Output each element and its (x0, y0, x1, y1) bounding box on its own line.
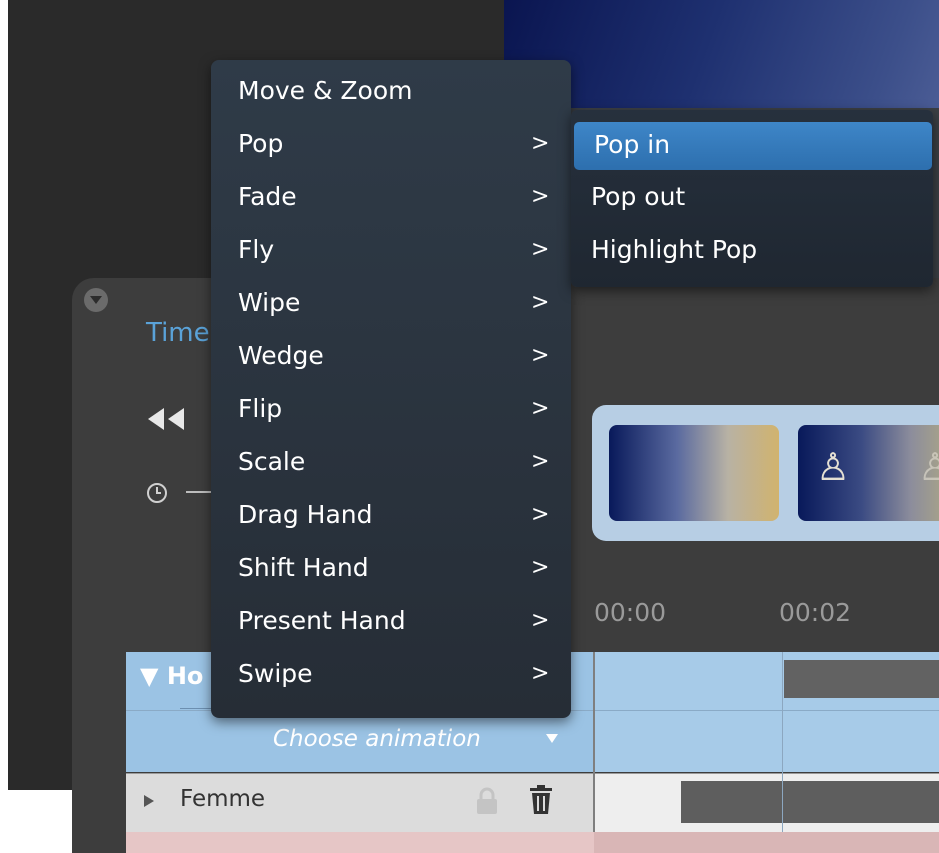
ruler-tick-label: 00:02 (779, 598, 852, 627)
grid-line (593, 652, 595, 853)
filmstrip: ♙ ♙ (592, 405, 939, 541)
menu-item-label: Shift Hand (238, 553, 369, 582)
submenu-item-pop-out[interactable]: Pop out (571, 174, 933, 222)
menu-item-pop[interactable]: Pop > (211, 119, 571, 172)
submenu-arrow-icon: > (531, 449, 550, 474)
menu-item-move-zoom[interactable]: Move & Zoom (211, 66, 571, 119)
layer-name: ▼ Ho (140, 662, 204, 690)
menu-item-label: Scale (238, 447, 306, 476)
submenu-arrow-icon: > (531, 555, 550, 580)
menu-item-swipe[interactable]: Swipe > (211, 649, 571, 702)
menu-item-label: Pop (238, 129, 284, 158)
collapse-panel-icon[interactable] (84, 288, 108, 312)
menu-item-flip[interactable]: Flip > (211, 384, 571, 437)
menu-item-wipe[interactable]: Wipe > (211, 278, 571, 331)
menu-item-label: Fly (238, 235, 275, 264)
layer-track[interactable] (594, 832, 939, 853)
menu-item-label: Fade (238, 182, 297, 211)
expand-arrow-icon[interactable] (144, 795, 154, 807)
menu-item-label: Wedge (238, 341, 324, 370)
animation-bar[interactable] (681, 781, 939, 823)
menu-item-label: Wipe (238, 288, 301, 317)
menu-item-wedge[interactable]: Wedge > (211, 331, 571, 384)
trash-icon[interactable] (528, 784, 554, 816)
rewind-icon[interactable] (140, 404, 190, 434)
submenu-arrow-icon: > (531, 396, 550, 421)
menu-item-label: Present Hand (238, 606, 406, 635)
submenu-arrow-icon: > (531, 290, 550, 315)
submenu-arrow-icon: > (531, 184, 550, 209)
menu-item-label: Drag Hand (238, 500, 373, 529)
pop-submenu: Pop in Pop out Highlight Pop (571, 110, 933, 287)
person-figure-icon: ♙ (816, 445, 851, 489)
menu-item-fade[interactable]: Fade > (211, 172, 571, 225)
submenu-arrow-icon: > (531, 343, 550, 368)
submenu-arrow-icon: > (531, 131, 550, 156)
person-figure-icon: ♙ (918, 445, 939, 489)
submenu-item-label: Highlight Pop (591, 235, 758, 264)
menu-item-scale[interactable]: Scale > (211, 437, 571, 490)
menu-item-shift-hand[interactable]: Shift Hand > (211, 543, 571, 596)
menu-item-label: Flip (238, 394, 283, 423)
submenu-arrow-icon: > (531, 237, 550, 262)
choose-animation-dropdown[interactable]: Choose animation (273, 726, 481, 752)
submenu-item-highlight-pop[interactable]: Highlight Pop (571, 227, 933, 275)
submenu-arrow-icon: > (531, 608, 550, 633)
menu-item-label: Move & Zoom (238, 76, 413, 105)
submenu-item-pop-in[interactable]: Pop in (574, 122, 932, 170)
submenu-item-label: Pop in (594, 130, 671, 159)
timeline-title: Time (146, 318, 210, 348)
submenu-arrow-icon: > (531, 661, 550, 686)
layer-label: Femme (180, 786, 266, 812)
menu-item-fly[interactable]: Fly > (211, 225, 571, 278)
slide-thumbnail[interactable] (609, 425, 779, 521)
submenu-item-label: Pop out (591, 182, 686, 211)
lock-icon[interactable] (474, 786, 500, 816)
ruler-tick-label: 00:00 (594, 598, 667, 627)
menu-item-present-hand[interactable]: Present Hand > (211, 596, 571, 649)
submenu-arrow-icon: > (531, 502, 550, 527)
animation-menu: Move & Zoom Pop > Fade > Fly > Wipe > We… (211, 60, 571, 718)
slide-thumbnail[interactable]: ♙ ♙ (798, 425, 939, 521)
chevron-down-icon[interactable] (546, 734, 558, 743)
window-edge (0, 0, 8, 853)
clock-icon (147, 483, 167, 503)
menu-item-label: Swipe (238, 659, 313, 688)
animation-bar[interactable] (784, 660, 939, 698)
menu-item-drag-hand[interactable]: Drag Hand > (211, 490, 571, 543)
grid-line (782, 652, 783, 853)
